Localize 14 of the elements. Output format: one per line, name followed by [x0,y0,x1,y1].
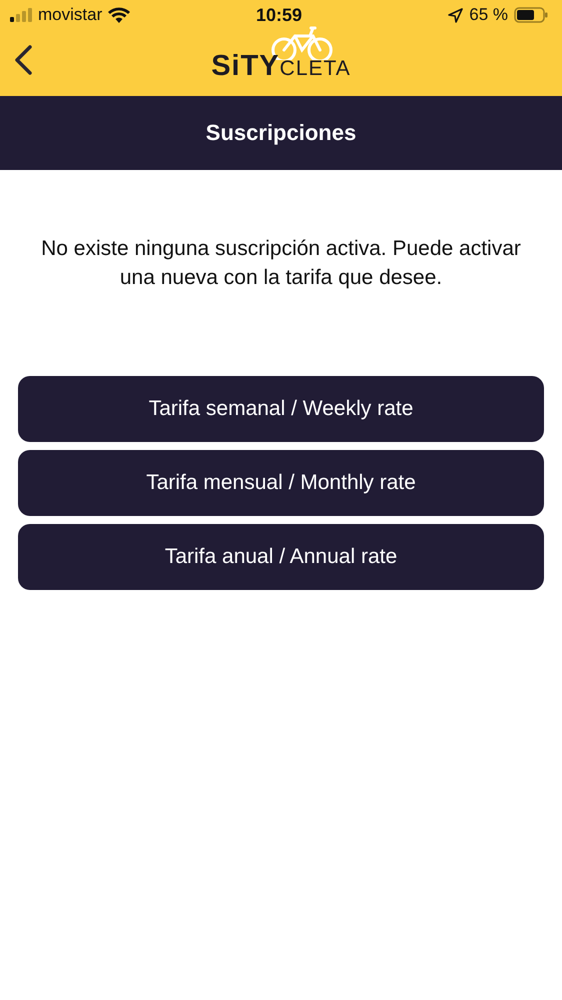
page-title: Suscripciones [206,120,356,146]
battery-percent: 65 % [469,5,508,25]
rate-button[interactable]: Tarifa mensual / Monthly rate [18,450,544,516]
battery-icon [514,7,548,23]
clock-time: 10:59 [256,4,302,26]
signal-icon [10,8,32,22]
logo-text: SiTY [211,50,280,82]
logo-text: CLETA [280,56,351,80]
info-message: No existe ninguna suscripción activa. Puede activar una nueva con la tarifa que desee. [40,236,522,291]
location-arrow-icon [448,8,464,22]
carrier-name: movistar [38,5,102,25]
rate-button[interactable]: Tarifa anual / Annual rate [18,524,544,590]
wifi-icon [108,7,130,23]
rate-button[interactable]: Tarifa semanal / Weekly rate [18,376,544,442]
